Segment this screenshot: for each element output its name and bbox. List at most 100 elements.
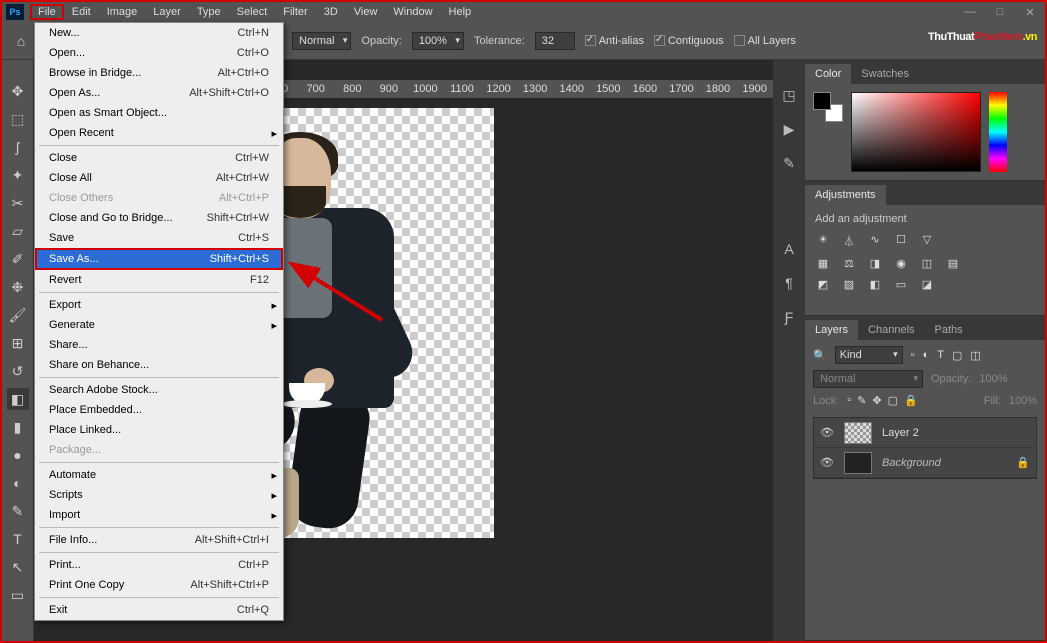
menu-item-exit[interactable]: ExitCtrl+Q [35, 600, 283, 620]
paragraph-panel-icon[interactable]: ¶ [778, 272, 800, 294]
menu-item-close-all[interactable]: Close AllAlt+Ctrl+W [35, 168, 283, 188]
menu-item-file-info[interactable]: File Info...Alt+Shift+Ctrl+I [35, 530, 283, 550]
color-spectrum[interactable] [851, 92, 981, 172]
menu-item-open[interactable]: Open...Ctrl+O [35, 43, 283, 63]
curves-icon[interactable]: ∿ [867, 233, 883, 249]
character-panel-icon[interactable]: A [778, 238, 800, 260]
layer-filter-kind[interactable]: Kind [835, 346, 903, 364]
layer-blend-dropdown[interactable]: Normal [813, 370, 923, 388]
eraser-tool-icon[interactable]: ◧ [7, 388, 29, 410]
layer-row[interactable]: 👁 Layer 2 [814, 418, 1036, 448]
filter-type-icon[interactable]: T [937, 349, 944, 362]
menu-item-place-linked[interactable]: Place Linked... [35, 420, 283, 440]
alllayers-check[interactable]: All Layers [734, 35, 796, 47]
window-maximize-icon[interactable]: □ [985, 2, 1015, 22]
lock-all-icon[interactable]: 🔒 [904, 394, 918, 407]
brightness-icon[interactable]: ☀ [815, 233, 831, 249]
menu-item-scripts[interactable]: Scripts▸ [35, 485, 283, 505]
menu-item-export[interactable]: Export▸ [35, 295, 283, 315]
layer-opacity-value[interactable]: 100% [979, 373, 1007, 385]
menu-item-print-one-copy[interactable]: Print One CopyAlt+Shift+Ctrl+P [35, 575, 283, 595]
frame-tool-icon[interactable]: ▱ [7, 220, 29, 242]
menu-item-automate[interactable]: Automate▸ [35, 465, 283, 485]
menu-item-import[interactable]: Import▸ [35, 505, 283, 525]
fg-bg-color-icon[interactable] [813, 92, 843, 122]
huesat-icon[interactable]: ▦ [815, 257, 831, 270]
menu-select[interactable]: Select [229, 4, 276, 20]
menu-type[interactable]: Type [189, 4, 229, 20]
filter-smart-icon[interactable]: ◫ [970, 349, 980, 362]
layer-name[interactable]: Background [882, 457, 1006, 469]
adjustments-tab[interactable]: Adjustments [805, 185, 886, 205]
blur-tool-icon[interactable]: ● [7, 444, 29, 466]
menu-help[interactable]: Help [441, 4, 480, 20]
visibility-icon[interactable]: 👁 [820, 426, 834, 439]
menu-item-open-as-smart-object[interactable]: Open as Smart Object... [35, 103, 283, 123]
crop-tool-icon[interactable]: ✂ [7, 192, 29, 214]
fill-value[interactable]: 100% [1009, 395, 1037, 407]
lock-move-icon[interactable]: ✥ [872, 394, 881, 407]
paths-tab[interactable]: Paths [925, 320, 973, 340]
stamp-tool-icon[interactable]: ⊞ [7, 332, 29, 354]
menu-item-close[interactable]: CloseCtrl+W [35, 148, 283, 168]
menu-window[interactable]: Window [385, 4, 440, 20]
lock-pixels-icon[interactable]: ▫ [847, 394, 851, 407]
menu-item-browse-in-bridge[interactable]: Browse in Bridge...Alt+Ctrl+O [35, 63, 283, 83]
filter-shape-icon[interactable]: ▢ [952, 349, 962, 362]
visibility-icon[interactable]: 👁 [820, 456, 834, 469]
menu-item-share[interactable]: Share... [35, 335, 283, 355]
levels-icon[interactable]: ⏃ [841, 233, 857, 249]
pen-tool-icon[interactable]: ✎ [7, 500, 29, 522]
antialias-check[interactable]: Anti-alias [585, 35, 644, 47]
menu-item-print[interactable]: Print...Ctrl+P [35, 555, 283, 575]
channels-tab[interactable]: Channels [858, 320, 924, 340]
menu-item-place-embedded[interactable]: Place Embedded... [35, 400, 283, 420]
layer-row[interactable]: 👁 Background 🔒 [814, 448, 1036, 478]
menu-item-new[interactable]: New...Ctrl+N [35, 23, 283, 43]
layers-tab[interactable]: Layers [805, 320, 858, 340]
window-minimize-icon[interactable]: — [955, 2, 985, 22]
menu-view[interactable]: View [346, 4, 386, 20]
home-icon[interactable]: ⌂ [10, 30, 32, 52]
layer-thumbnail[interactable] [844, 452, 872, 474]
menu-item-open-as[interactable]: Open As...Alt+Shift+Ctrl+O [35, 83, 283, 103]
layer-name[interactable]: Layer 2 [882, 427, 1030, 439]
menu-file[interactable]: File [30, 4, 64, 20]
filter-pixel-icon[interactable]: ▫ [911, 349, 915, 362]
move-tool-icon[interactable]: ✥ [7, 80, 29, 102]
quickselect-tool-icon[interactable]: ✦ [7, 164, 29, 186]
exposure-icon[interactable]: ☐ [893, 233, 909, 249]
actions-panel-icon[interactable]: ▶ [778, 118, 800, 140]
contiguous-check[interactable]: Contiguous [654, 35, 724, 47]
posterize-icon[interactable]: ▨ [841, 278, 857, 291]
lock-artboard-icon[interactable]: ▢ [888, 394, 898, 407]
path-tool-icon[interactable]: ↖ [7, 556, 29, 578]
history-panel-icon[interactable]: ◳ [778, 84, 800, 106]
eyedropper-tool-icon[interactable]: ✐ [7, 248, 29, 270]
menu-item-share-on-behance[interactable]: Share on Behance... [35, 355, 283, 375]
brushes-panel-icon[interactable]: ✎ [778, 152, 800, 174]
layer-thumbnail[interactable] [844, 422, 872, 444]
filter-adjust-icon[interactable]: ◐ [923, 349, 930, 362]
selectivecolor-icon[interactable]: ◪ [919, 278, 935, 291]
colorlut-icon[interactable]: ▤ [945, 257, 961, 270]
type-tool-icon[interactable]: T [7, 528, 29, 550]
marquee-tool-icon[interactable]: ⬚ [7, 108, 29, 130]
dodge-tool-icon[interactable]: ◐ [7, 472, 29, 494]
photofilter-icon[interactable]: ◉ [893, 257, 909, 270]
swatches-tab[interactable]: Swatches [851, 64, 919, 84]
menu-layer[interactable]: Layer [145, 4, 189, 20]
menu-item-revert[interactable]: RevertF12 [35, 270, 283, 290]
hue-strip[interactable] [989, 92, 1007, 172]
glyphs-panel-icon[interactable]: Ƒ [778, 306, 800, 328]
menu-item-search-adobe-stock[interactable]: Search Adobe Stock... [35, 380, 283, 400]
color-tab[interactable]: Color [805, 64, 851, 84]
threshold-icon[interactable]: ◧ [867, 278, 883, 291]
heal-tool-icon[interactable]: ❉ [7, 276, 29, 298]
brush-tool-icon[interactable]: 🖌 [7, 304, 29, 326]
menu-item-save-as[interactable]: Save As...Shift+Ctrl+S [35, 248, 283, 270]
tolerance-field[interactable]: 32 [535, 32, 575, 50]
blend-mode-dropdown[interactable]: Normal [292, 32, 351, 50]
menu-item-save[interactable]: SaveCtrl+S [35, 228, 283, 248]
vibrance-icon[interactable]: ▽ [919, 233, 935, 249]
